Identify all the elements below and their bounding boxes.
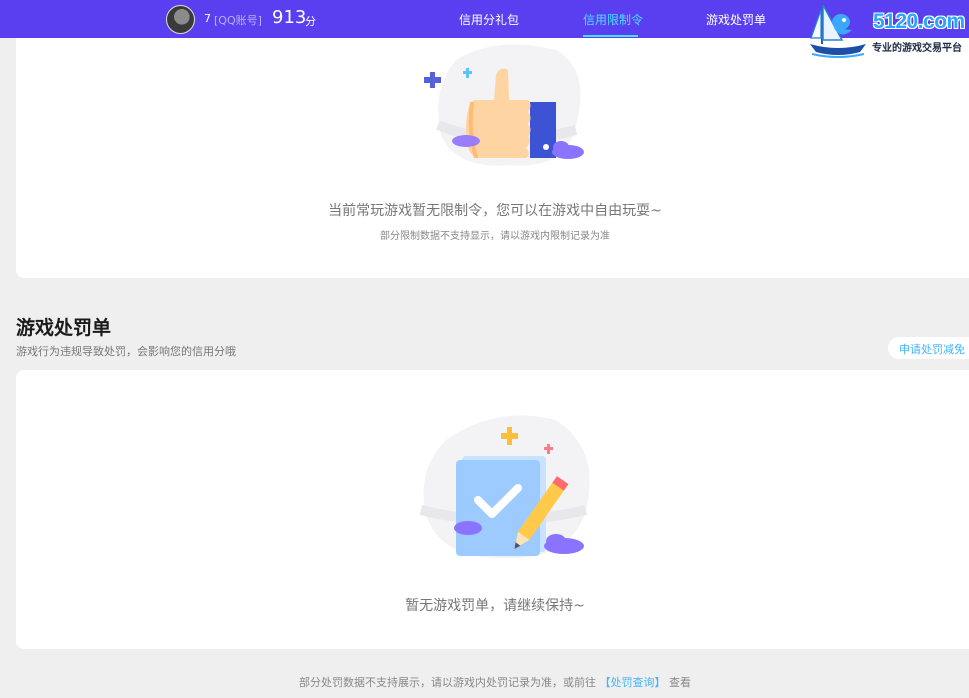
tab-game-penalty[interactable]: 游戏处罚单 bbox=[706, 11, 766, 28]
restriction-card: 当前常玩游戏暂无限制令，您可以在游戏中自由玩耍~ 部分限制数据不支持显示，请以游… bbox=[16, 30, 969, 278]
checklist-pencil-icon bbox=[419, 415, 590, 559]
brand-slogan: 专业的游戏交易平台 bbox=[872, 43, 962, 54]
user-id: 7 bbox=[204, 12, 211, 25]
footer-note-prefix: 部分处罚数据不支持展示，请以游戏内处罚记录为准，或前往 bbox=[299, 676, 596, 689]
tab-credit-gift[interactable]: 信用分礼包 bbox=[459, 11, 519, 28]
sailboat-dolphin-logo-icon bbox=[810, 4, 866, 58]
penalty-section-subtitle: 游戏行为违规导致处罚，会影响您的信用分哦 bbox=[16, 345, 236, 358]
penalty-query-link[interactable]: 【处罚查询】 bbox=[600, 676, 666, 689]
restriction-note: 部分限制数据不支持显示，请以游戏内限制记录为准 bbox=[380, 231, 610, 242]
brand-name: 5120.com bbox=[873, 10, 965, 33]
brand-logo: 5120.com 专业的游戏交易平台 bbox=[808, 0, 969, 62]
tab-credit-restriction[interactable]: 信用限制令 bbox=[583, 11, 643, 28]
penalty-empty-message: 暂无游戏罚单，请继续保持~ bbox=[405, 598, 585, 614]
penalty-card: 暂无游戏罚单，请继续保持~ bbox=[16, 370, 969, 649]
footer-note-suffix: 查看 bbox=[669, 676, 691, 689]
restriction-empty-message: 当前常玩游戏暂无限制令，您可以在游戏中自由玩耍~ bbox=[328, 203, 662, 219]
score-unit: 分 bbox=[305, 15, 316, 28]
avatar[interactable] bbox=[166, 5, 195, 34]
penalty-section-title: 游戏处罚单 bbox=[16, 317, 112, 339]
thumbs-up-icon bbox=[424, 44, 584, 166]
account-type: [QQ账号] bbox=[214, 14, 262, 27]
apply-penalty-reduction-button[interactable]: 申请处罚减免 bbox=[888, 337, 969, 359]
footer-note: 部分处罚数据不支持展示，请以游戏内处罚记录为准，或前往 【处罚查询】 查看 bbox=[0, 674, 969, 690]
active-tab-indicator bbox=[583, 35, 638, 37]
credit-score: 913 bbox=[272, 7, 307, 28]
